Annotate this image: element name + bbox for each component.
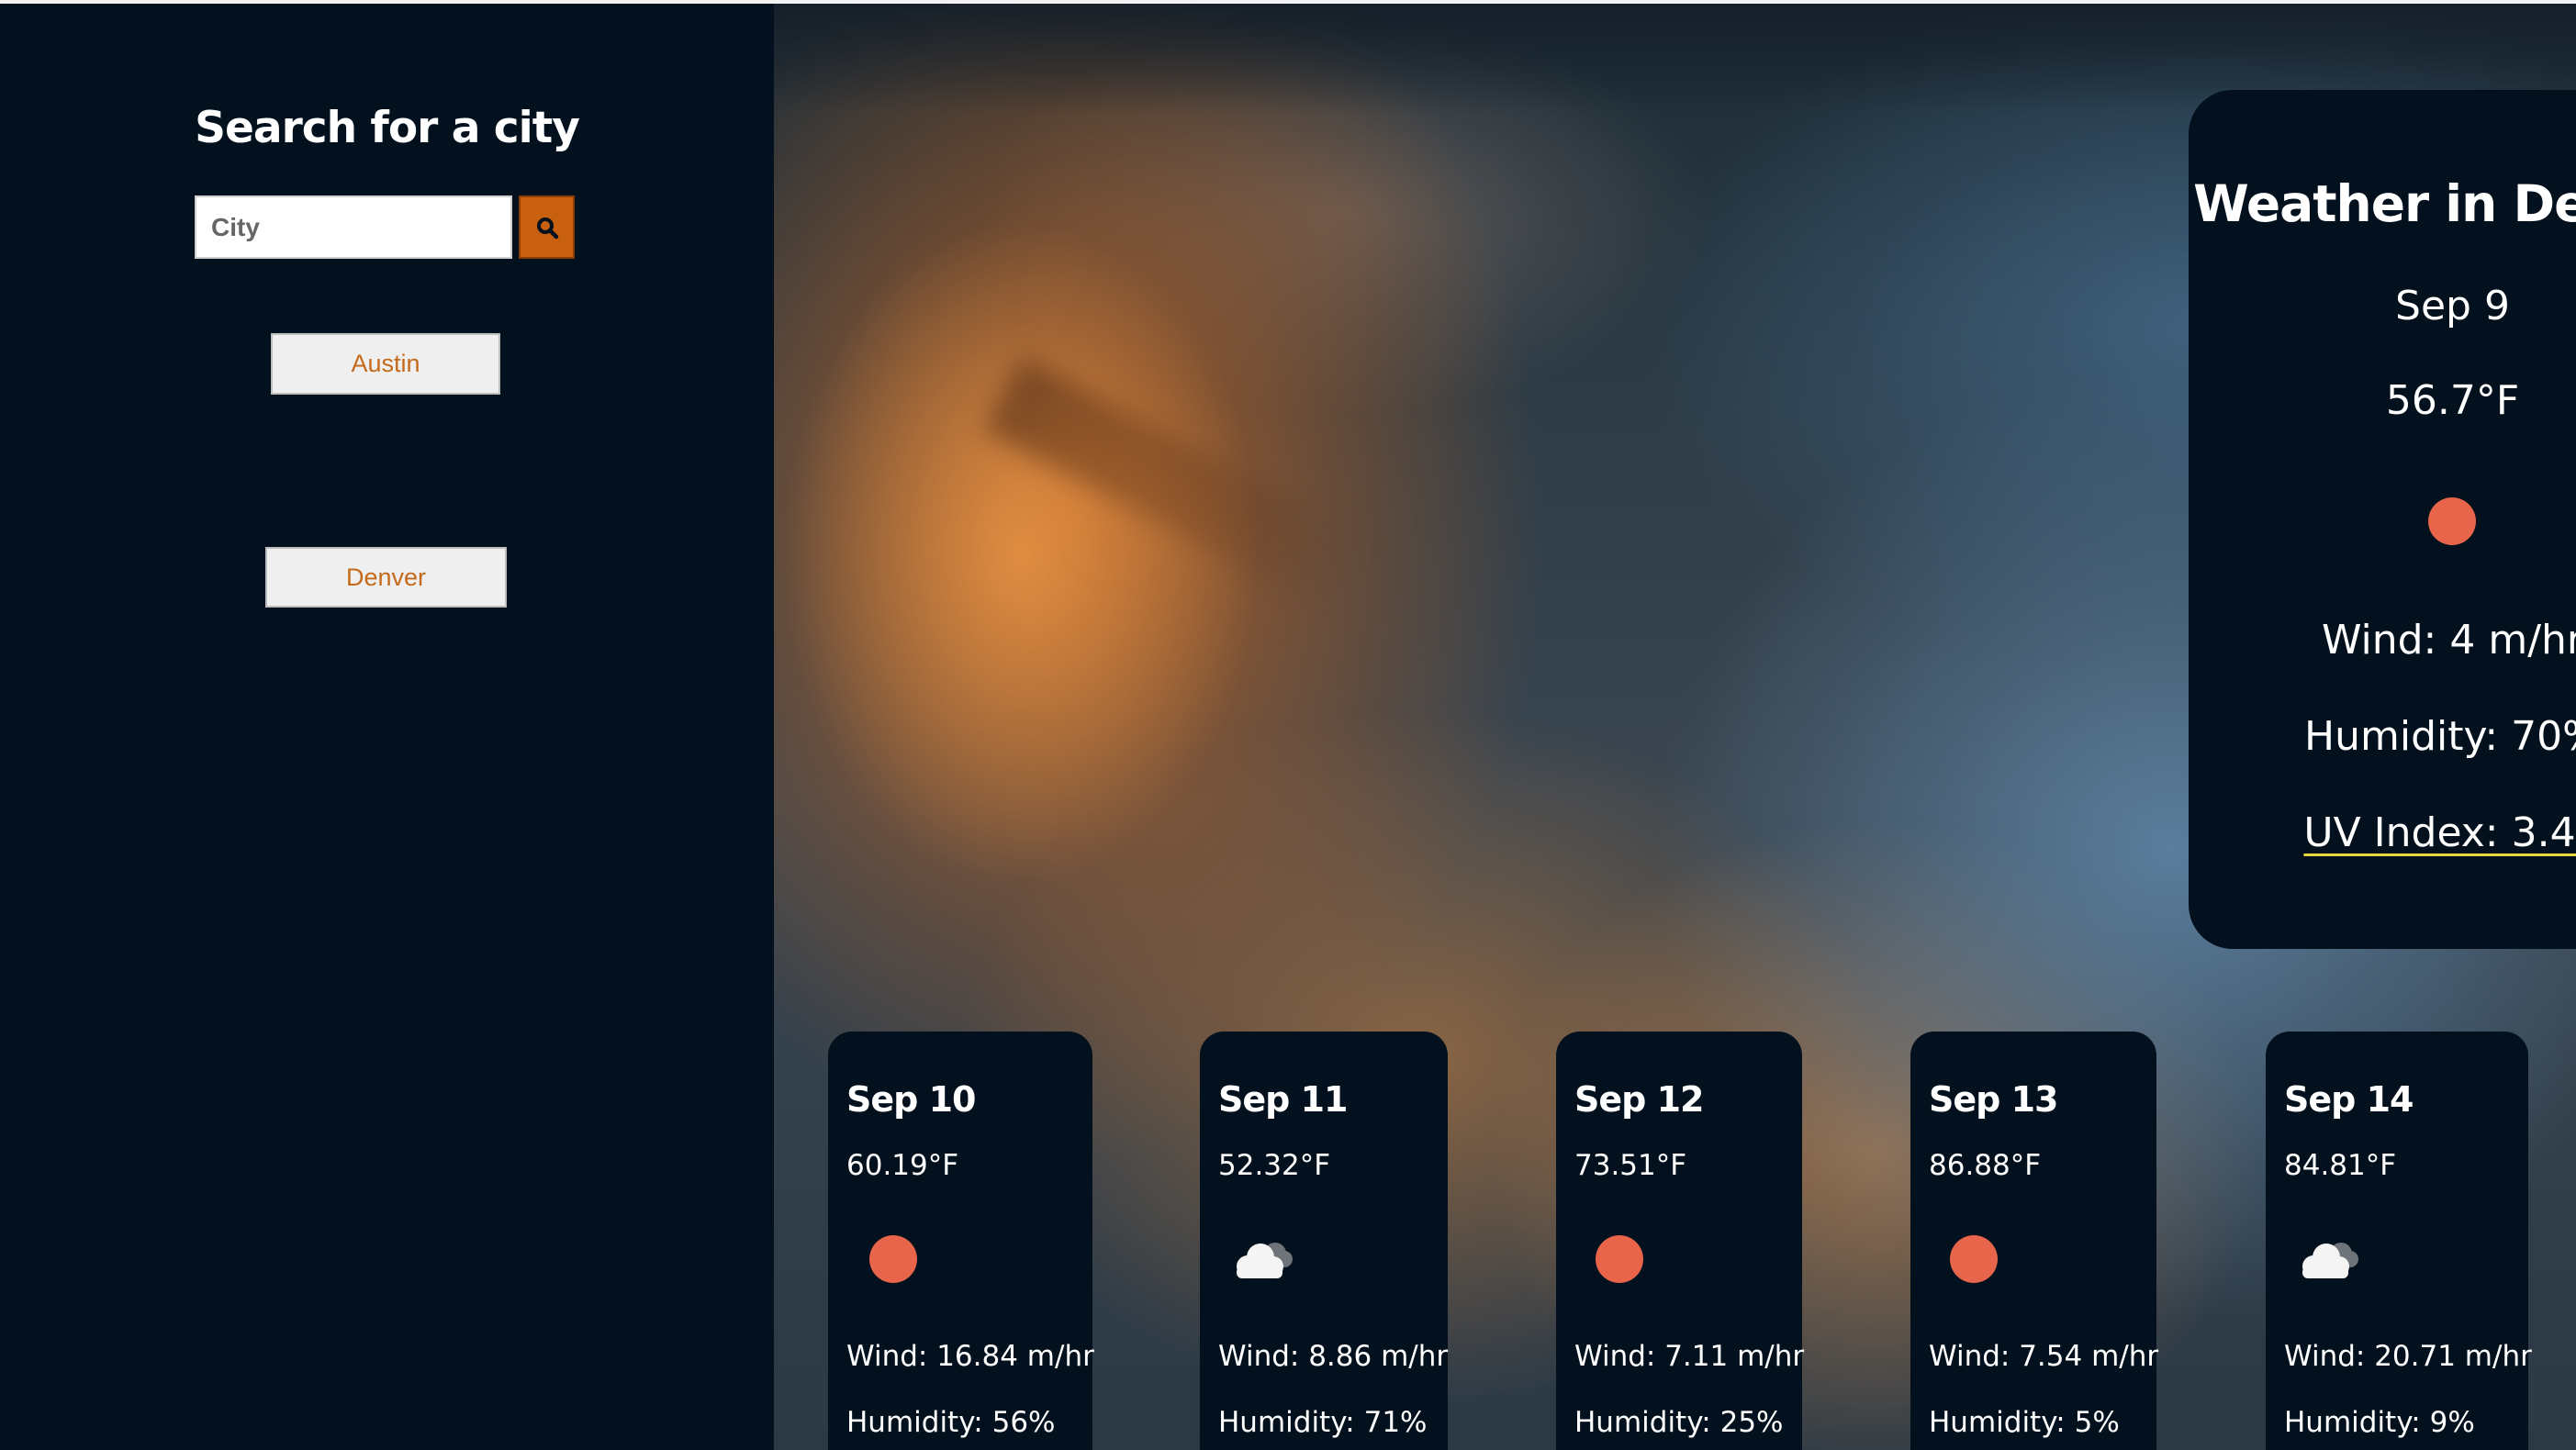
forecast-date: Sep 12 bbox=[1574, 1079, 1704, 1120]
search-button[interactable] bbox=[519, 195, 575, 259]
magnifier-icon bbox=[537, 218, 559, 240]
city-search-input[interactable] bbox=[195, 195, 512, 259]
forecast-wind: Wind: 16.84 m/hr bbox=[846, 1340, 1094, 1373]
forecast-humidity: Humidity: 9% bbox=[2284, 1406, 2475, 1439]
forecast-wind: Wind: 7.11 m/hr bbox=[1574, 1340, 1805, 1373]
forecast-humidity: Humidity: 5% bbox=[1929, 1406, 2120, 1439]
search-sidebar: Search for a city Austin Denver bbox=[0, 4, 774, 1450]
forecast-humidity: Humidity: 25% bbox=[1574, 1406, 1784, 1439]
cloud-icon bbox=[1237, 1243, 1293, 1278]
forecast-card-sep-12: Sep 12 73.51°F Wind: 7.11 m/hr Humidity:… bbox=[1556, 1032, 1805, 1450]
current-wind: Wind: 4 m/hr bbox=[2321, 617, 2576, 664]
current-humidity: Humidity: 70% bbox=[2304, 713, 2576, 760]
forecast-date: Sep 11 bbox=[1218, 1079, 1348, 1120]
sun-icon bbox=[2428, 497, 2476, 545]
weather-main-area: Weather in Denver Sep 9 56.7°F Wind: 4 m… bbox=[774, 4, 2576, 1450]
forecast-temperature: 84.81°F bbox=[2284, 1149, 2397, 1182]
sun-icon bbox=[1596, 1235, 1643, 1283]
current-uv-index: UV Index: 3.49 bbox=[2189, 809, 2576, 856]
background-sky-image bbox=[983, 357, 1363, 611]
uv-index-value: UV Index: 3.49 bbox=[2303, 809, 2576, 856]
current-date: Sep 9 bbox=[2395, 283, 2510, 329]
forecast-humidity: Humidity: 71% bbox=[1218, 1406, 1428, 1439]
forecast-wind: Wind: 8.86 m/hr bbox=[1218, 1340, 1449, 1373]
current-weather-title: Weather in Denver bbox=[2193, 174, 2576, 233]
forecast-date: Sep 14 bbox=[2284, 1079, 2414, 1120]
current-temperature: 56.7°F bbox=[2385, 377, 2520, 424]
sun-icon bbox=[869, 1235, 917, 1283]
forecast-humidity: Humidity: 56% bbox=[846, 1406, 1056, 1439]
forecast-wind: Wind: 7.54 m/hr bbox=[1929, 1340, 2159, 1373]
forecast-temperature: 52.32°F bbox=[1218, 1149, 1331, 1182]
forecast-temperature: 73.51°F bbox=[1574, 1149, 1687, 1182]
history-city-button-denver[interactable]: Denver bbox=[265, 547, 507, 608]
current-weather-card: Weather in Denver Sep 9 56.7°F Wind: 4 m… bbox=[2189, 90, 2576, 949]
forecast-card-sep-14: Sep 14 84.81°F Wind: 20.71 m/hr Humidity… bbox=[2266, 1032, 2532, 1450]
forecast-date: Sep 13 bbox=[1929, 1079, 2058, 1120]
sidebar-title: Search for a city bbox=[195, 103, 580, 153]
forecast-temperature: 86.88°F bbox=[1929, 1149, 2042, 1182]
forecast-card-sep-11: Sep 11 52.32°F Wind: 8.86 m/hr Humidity:… bbox=[1200, 1032, 1448, 1450]
forecast-temperature: 60.19°F bbox=[846, 1149, 959, 1182]
forecast-date: Sep 10 bbox=[846, 1079, 976, 1120]
sun-icon bbox=[1950, 1235, 1998, 1283]
forecast-wind: Wind: 20.71 m/hr bbox=[2284, 1340, 2532, 1373]
forecast-card-sep-13: Sep 13 86.88°F Wind: 7.54 m/hr Humidity:… bbox=[1910, 1032, 2159, 1450]
forecast-card-sep-10: Sep 10 60.19°F Wind: 16.84 m/hr Humidity… bbox=[828, 1032, 1094, 1450]
history-city-button-austin[interactable]: Austin bbox=[271, 333, 500, 395]
cloud-icon bbox=[2302, 1243, 2358, 1278]
